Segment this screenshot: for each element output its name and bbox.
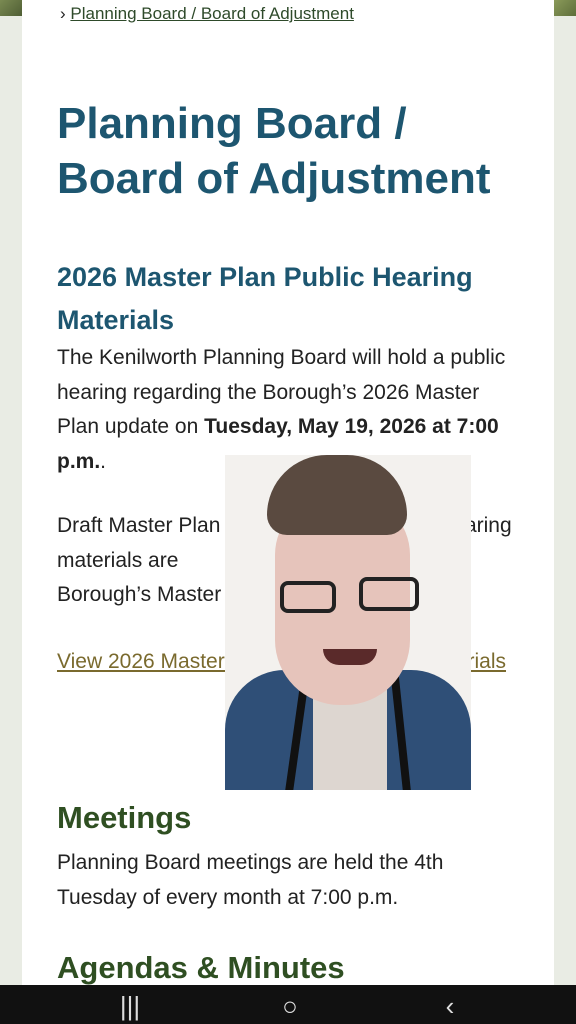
breadcrumb-separator: › <box>60 4 66 23</box>
home-icon[interactable]: ○ <box>270 991 310 1021</box>
page-title: Planning Board / Board of Adjustment <box>57 96 517 206</box>
glasses-left-lens <box>280 581 336 613</box>
breadcrumb: › Planning Board / Board of Adjustment <box>60 4 354 24</box>
person-hair <box>267 455 407 535</box>
back-icon[interactable]: ‹ <box>430 991 470 1021</box>
meetings-text: Planning Board meetings are held the 4th… <box>57 851 444 909</box>
background-corner-left <box>0 0 22 16</box>
glasses-right-lens <box>359 577 419 611</box>
recents-icon[interactable]: ||| <box>110 991 150 1021</box>
page-title-line2: Board of Adjustment <box>57 154 491 203</box>
background-corner-right <box>554 0 576 16</box>
android-nav-bar: ||| ○ ‹ <box>0 985 576 1024</box>
meetings-heading: Meetings <box>57 800 192 835</box>
hearing-text-end: . <box>100 449 107 473</box>
breadcrumb-link[interactable]: Planning Board / Board of Adjustment <box>70 4 354 23</box>
person-mouth <box>323 649 377 665</box>
video-overlay-person <box>225 455 471 790</box>
agendas-heading: Agendas & Minutes <box>57 950 345 985</box>
page-title-line1: Planning Board / <box>57 99 407 148</box>
section-heading-master-plan: 2026 Master Plan Public Hearing Material… <box>57 262 473 335</box>
